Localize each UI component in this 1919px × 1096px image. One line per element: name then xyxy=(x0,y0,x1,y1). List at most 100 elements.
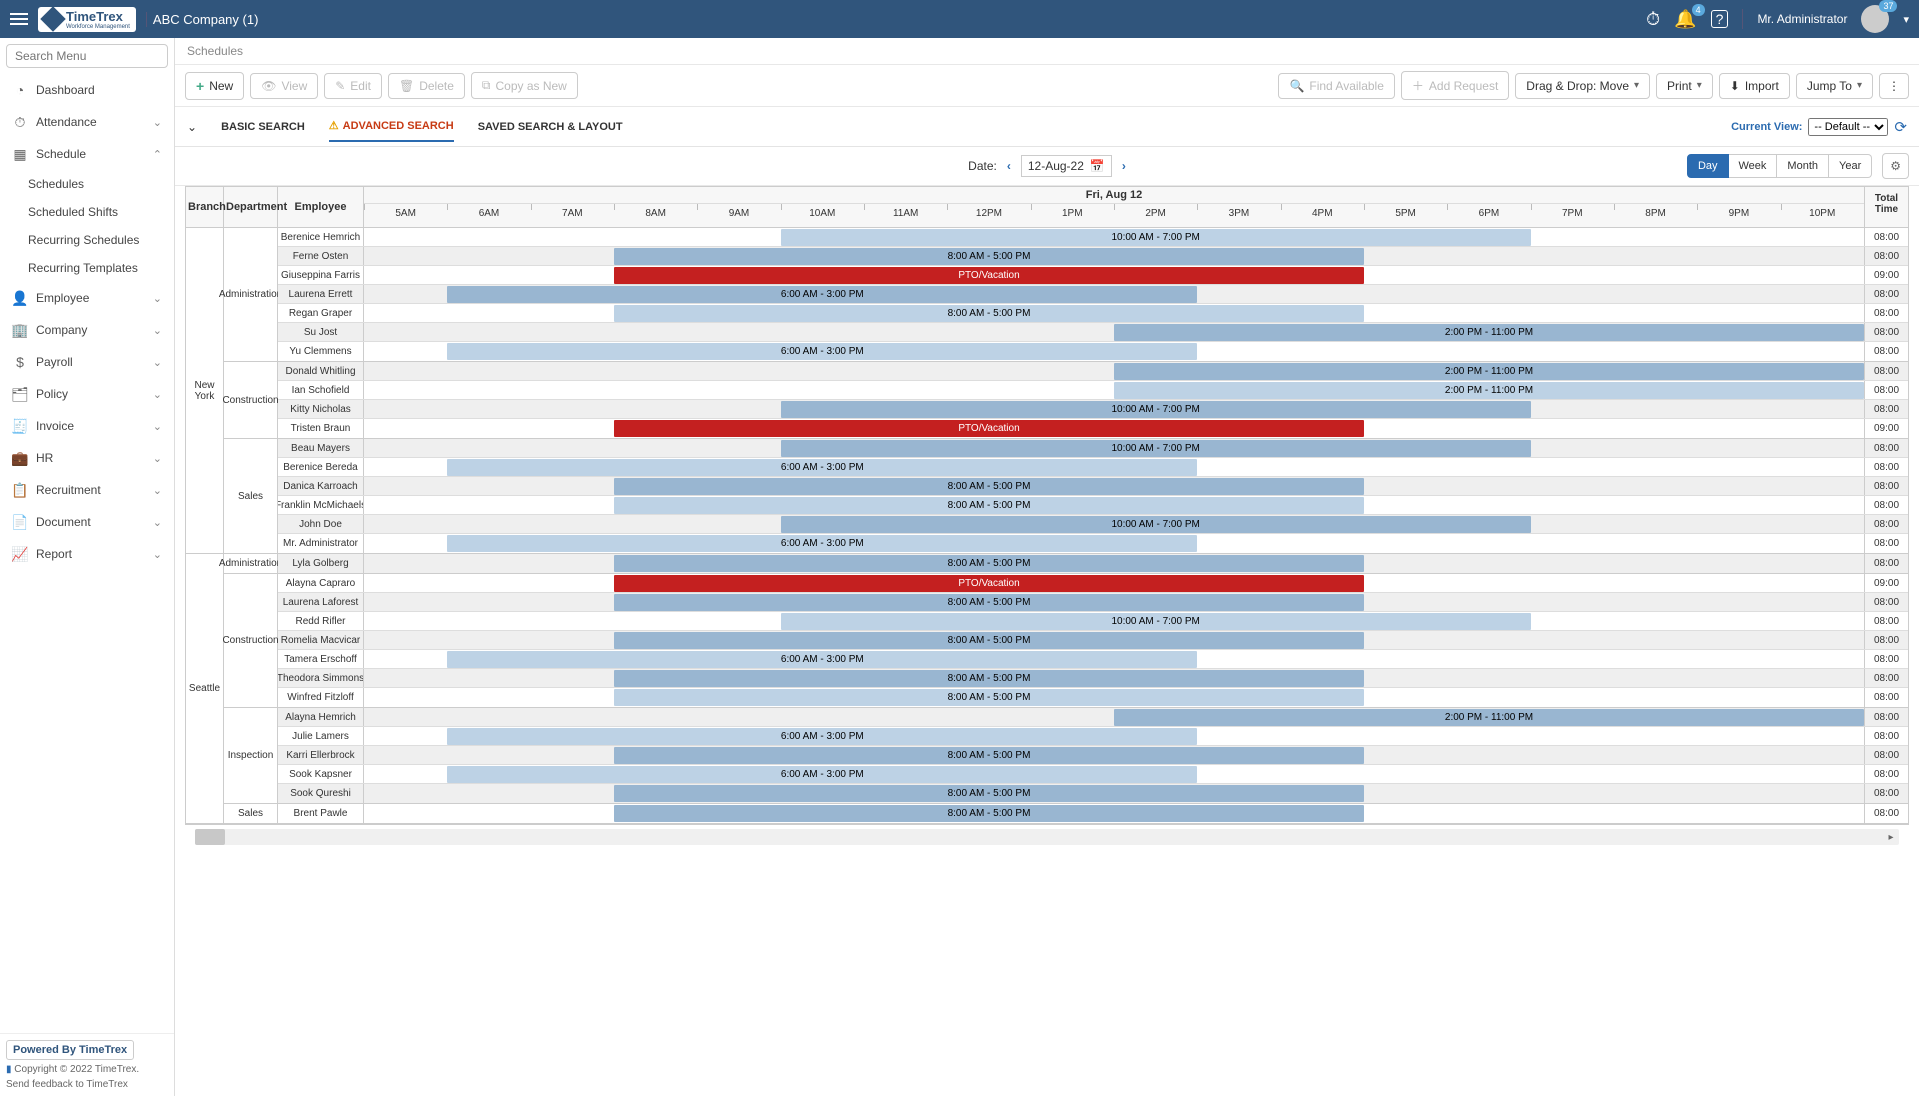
tab-saved-search[interactable]: SAVED SEARCH & LAYOUT xyxy=(478,113,623,141)
timeline-cell[interactable]: 2:00 PM - 11:00 PM xyxy=(364,708,1864,726)
schedule-bar[interactable]: 6:00 AM - 3:00 PM xyxy=(447,459,1197,476)
employee-cell[interactable]: Laurena Laforest xyxy=(278,593,364,611)
expand-search-icon[interactable]: ⌄ xyxy=(187,120,197,134)
prev-date-icon[interactable]: ‹ xyxy=(1007,159,1011,173)
employee-cell[interactable]: Giuseppina Farris xyxy=(278,266,364,284)
sidebar-item-document[interactable]: 📄Document⌄ xyxy=(0,506,174,538)
timeline-cell[interactable]: 6:00 AM - 3:00 PM xyxy=(364,727,1864,745)
schedule-bar[interactable]: 6:00 AM - 3:00 PM xyxy=(447,535,1197,552)
sidebar-item-hr[interactable]: 💼HR⌄ xyxy=(0,442,174,474)
timeline-cell[interactable]: 6:00 AM - 3:00 PM xyxy=(364,458,1864,476)
schedule-bar[interactable]: 2:00 PM - 11:00 PM xyxy=(1114,709,1864,726)
avatar[interactable]: 37 xyxy=(1861,5,1889,33)
employee-cell[interactable]: Tristen Braun xyxy=(278,419,364,438)
sidebar-item-employee[interactable]: 👤Employee⌄ xyxy=(0,282,174,314)
schedule-bar[interactable]: 2:00 PM - 11:00 PM xyxy=(1114,382,1864,399)
schedule-bar[interactable]: 10:00 AM - 7:00 PM xyxy=(781,229,1531,246)
employee-cell[interactable]: Su Jost xyxy=(278,323,364,341)
timeline-cell[interactable]: 6:00 AM - 3:00 PM xyxy=(364,650,1864,668)
schedule-bar[interactable]: 10:00 AM - 7:00 PM xyxy=(781,516,1531,533)
next-date-icon[interactable]: › xyxy=(1122,159,1126,173)
refresh-icon[interactable]: ⟳ xyxy=(1894,118,1907,136)
sidebar-item-invoice[interactable]: 🧾Invoice⌄ xyxy=(0,410,174,442)
timeline-cell[interactable]: 8:00 AM - 5:00 PM xyxy=(364,784,1864,803)
schedule-bar[interactable]: 2:00 PM - 11:00 PM xyxy=(1114,363,1864,380)
sidebar-subitem[interactable]: Recurring Templates xyxy=(28,254,174,282)
employee-cell[interactable]: Alayna Hemrich xyxy=(278,708,364,726)
col-branch[interactable]: Branch xyxy=(186,187,224,227)
timeline-cell[interactable]: 8:00 AM - 5:00 PM xyxy=(364,746,1864,764)
powered-by[interactable]: Powered By TimeTrex xyxy=(6,1040,134,1060)
employee-cell[interactable]: Julie Lamers xyxy=(278,727,364,745)
timeline-cell[interactable]: 2:00 PM - 11:00 PM xyxy=(364,362,1864,380)
delete-button[interactable]: 🗑Delete xyxy=(388,73,465,99)
tab-basic-search[interactable]: BASIC SEARCH xyxy=(221,113,305,141)
employee-cell[interactable]: Kitty Nicholas xyxy=(278,400,364,418)
employee-cell[interactable]: Mr. Administrator xyxy=(278,534,364,553)
schedule-bar[interactable]: 10:00 AM - 7:00 PM xyxy=(781,613,1531,630)
import-button[interactable]: ⬇Import xyxy=(1719,73,1790,99)
sidebar-item-report[interactable]: 📈Report⌄ xyxy=(0,538,174,570)
timeline-cell[interactable]: 2:00 PM - 11:00 PM xyxy=(364,323,1864,341)
employee-cell[interactable]: Beau Mayers xyxy=(278,439,364,457)
mode-year[interactable]: Year xyxy=(1829,154,1872,178)
timeline-cell[interactable]: 8:00 AM - 5:00 PM xyxy=(364,669,1864,687)
schedule-bar[interactable]: 8:00 AM - 5:00 PM xyxy=(614,747,1364,764)
sidebar-subitem[interactable]: Recurring Schedules xyxy=(28,226,174,254)
copy-button[interactable]: ⧉Copy as New xyxy=(471,72,578,99)
timeline-cell[interactable]: 10:00 AM - 7:00 PM xyxy=(364,515,1864,533)
employee-cell[interactable]: Sook Kapsner xyxy=(278,765,364,783)
feedback-link[interactable]: Send feedback to TimeTrex xyxy=(6,1079,168,1090)
user-name[interactable]: Mr. Administrator xyxy=(1757,12,1847,26)
col-department[interactable]: Department xyxy=(224,187,278,227)
new-button[interactable]: +New xyxy=(185,72,244,100)
sidebar-item-recruitment[interactable]: 📋Recruitment⌄ xyxy=(0,474,174,506)
timeline-cell[interactable]: 8:00 AM - 5:00 PM xyxy=(364,631,1864,649)
schedule-bar[interactable]: PTO/Vacation xyxy=(614,420,1364,437)
employee-cell[interactable]: Brent Pawle xyxy=(278,804,364,823)
settings-icon[interactable]: ⚙ xyxy=(1882,153,1909,179)
schedule-bar[interactable]: 6:00 AM - 3:00 PM xyxy=(447,651,1197,668)
schedule-bar[interactable]: 6:00 AM - 3:00 PM xyxy=(447,766,1197,783)
schedule-bar[interactable]: 8:00 AM - 5:00 PM xyxy=(614,478,1364,495)
scrollbar-thumb[interactable] xyxy=(195,829,225,845)
timeline-cell[interactable]: 2:00 PM - 11:00 PM xyxy=(364,381,1864,399)
employee-cell[interactable]: Lyla Golberg xyxy=(278,554,364,573)
timeline-cell[interactable]: PTO/Vacation xyxy=(364,574,1864,592)
view-button[interactable]: 👁View xyxy=(250,73,318,99)
sidebar-item-schedule[interactable]: ▦Schedule⌃ xyxy=(0,138,174,170)
help-icon[interactable]: ? xyxy=(1711,10,1729,28)
schedule-bar[interactable]: 8:00 AM - 5:00 PM xyxy=(614,689,1364,706)
schedule-bar[interactable]: 6:00 AM - 3:00 PM xyxy=(447,728,1197,745)
employee-cell[interactable]: Tamera Erschoff xyxy=(278,650,364,668)
timeline-cell[interactable]: 6:00 AM - 3:00 PM xyxy=(364,342,1864,361)
timer-icon[interactable]: ⏱ xyxy=(1646,9,1660,30)
current-view-select[interactable]: -- Default -- xyxy=(1808,118,1888,136)
sidebar-item-payroll[interactable]: $Payroll⌄ xyxy=(0,346,174,378)
employee-cell[interactable]: Ferne Osten xyxy=(278,247,364,265)
jump-to-select[interactable]: Jump To▾ xyxy=(1796,73,1873,99)
logo[interactable]: TimeTrex Workforce Management xyxy=(38,7,136,32)
schedule-bar[interactable]: 8:00 AM - 5:00 PM xyxy=(614,594,1364,611)
find-available-button[interactable]: 🔍Find Available xyxy=(1278,73,1394,99)
sidebar-subitem[interactable]: Scheduled Shifts xyxy=(28,198,174,226)
user-menu-chevron-icon[interactable]: ▾ xyxy=(1903,13,1909,26)
add-request-button[interactable]: ＋Add Request xyxy=(1401,71,1509,100)
col-total[interactable]: Total Time xyxy=(1864,187,1908,227)
timeline-cell[interactable]: 8:00 AM - 5:00 PM xyxy=(364,477,1864,495)
col-employee[interactable]: Employee xyxy=(278,187,364,227)
employee-cell[interactable]: Winfred Fitzloff xyxy=(278,688,364,707)
schedule-bar[interactable]: PTO/Vacation xyxy=(614,575,1364,592)
employee-cell[interactable]: Sook Qureshi xyxy=(278,784,364,803)
timeline-cell[interactable]: 6:00 AM - 3:00 PM xyxy=(364,285,1864,303)
edit-button[interactable]: ✎Edit xyxy=(324,73,382,99)
timeline-cell[interactable]: 10:00 AM - 7:00 PM xyxy=(364,400,1864,418)
employee-cell[interactable]: John Doe xyxy=(278,515,364,533)
schedule-bar[interactable]: 8:00 AM - 5:00 PM xyxy=(614,785,1364,802)
timeline-cell[interactable]: 8:00 AM - 5:00 PM xyxy=(364,804,1864,823)
notifications-icon[interactable]: 🔔4 xyxy=(1674,9,1696,30)
employee-cell[interactable]: Berenice Bereda xyxy=(278,458,364,476)
employee-cell[interactable]: Redd Rifler xyxy=(278,612,364,630)
timeline-cell[interactable]: 8:00 AM - 5:00 PM xyxy=(364,593,1864,611)
timeline-cell[interactable]: 8:00 AM - 5:00 PM xyxy=(364,688,1864,707)
